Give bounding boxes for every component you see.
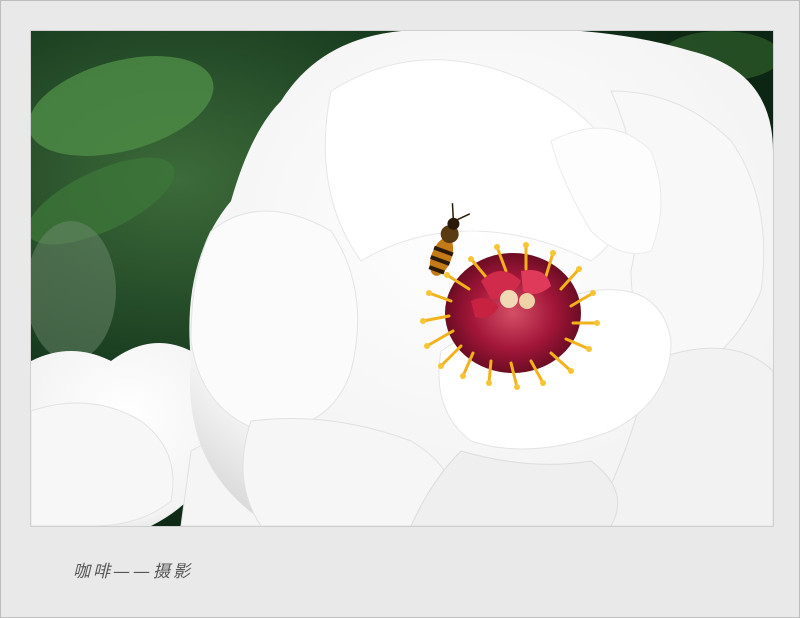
photograph xyxy=(30,30,774,527)
flower-photo xyxy=(31,31,773,526)
photographer-signature: 咖啡——摄影 xyxy=(73,562,193,582)
photo-frame: 咖啡——摄影 xyxy=(0,0,800,618)
